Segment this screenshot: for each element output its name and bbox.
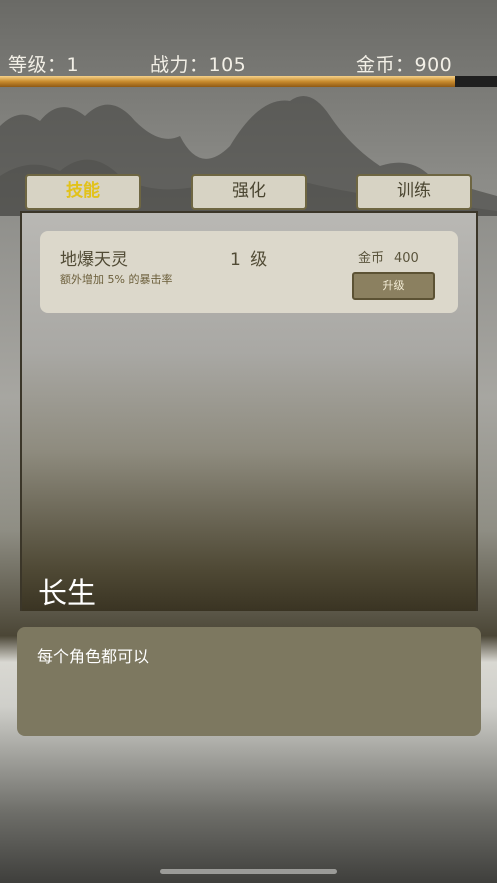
skill-description: 额外增加 5% 的暴击率 — [60, 273, 173, 286]
skill-level: 1 级 — [230, 250, 270, 270]
character-name: 长生 — [38, 576, 97, 610]
tab-enhance[interactable]: 强化 — [191, 174, 307, 210]
gold-display: 金币：900 — [356, 54, 453, 76]
skill-card: 地爆天灵 1 级 额外增加 5% 的暴击率 金币 400 升级 — [40, 231, 458, 313]
character-description: 每个角色都可以 — [37, 647, 150, 666]
level-display: 等级：1 — [8, 54, 80, 76]
home-indicator[interactable] — [160, 869, 337, 874]
tab-skill[interactable]: 技能 — [25, 174, 141, 210]
skill-cost-label: 金币 — [358, 251, 385, 266]
skill-cost-amount: 400 — [394, 251, 419, 266]
status-bar: 等级：1 战力：105 金币：900 — [0, 44, 497, 78]
upgrade-button[interactable]: 升级 — [352, 272, 435, 300]
power-display: 战力：105 — [150, 54, 247, 76]
tab-train[interactable]: 训练 — [356, 174, 472, 210]
skill-cost: 金币 400 — [358, 247, 419, 266]
skill-name: 地爆天灵 — [60, 250, 128, 270]
character-description-box: 每个角色都可以 — [17, 627, 481, 736]
